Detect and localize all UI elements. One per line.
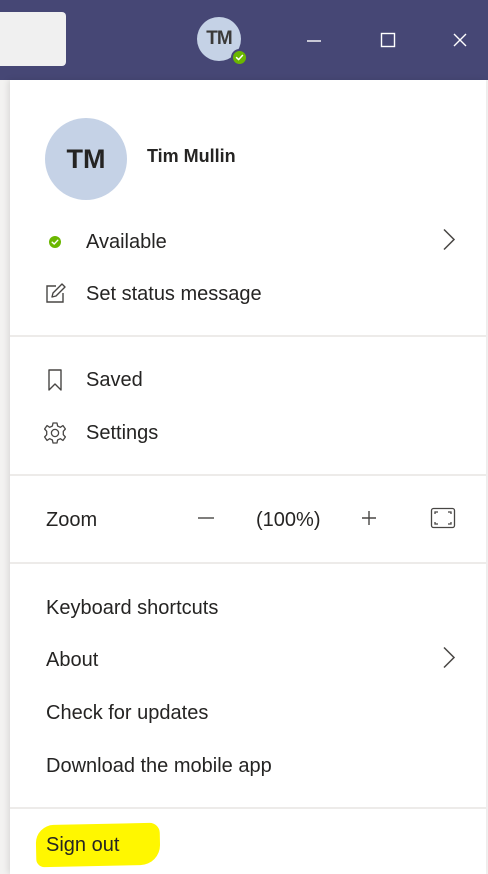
check-updates-label: Check for updates	[46, 701, 209, 724]
saved-label: Saved	[86, 368, 143, 391]
plus-icon	[362, 510, 376, 525]
fit-screen-icon	[430, 507, 456, 528]
profile-menu: TM Tim Mullin Available Set status messa…	[10, 80, 486, 874]
close-icon	[453, 33, 467, 47]
zoom-out-button[interactable]	[196, 508, 216, 533]
settings-label: Settings	[86, 421, 159, 444]
gear-icon	[43, 421, 67, 445]
maximize-icon	[380, 32, 396, 48]
profile-avatar-initials: TM	[66, 143, 106, 174]
divider	[10, 807, 486, 809]
close-button[interactable]	[442, 22, 478, 58]
zoom-in-button[interactable]	[359, 508, 379, 533]
divider	[10, 562, 486, 564]
about-item[interactable]: About	[10, 637, 486, 683]
about-label: About	[46, 648, 99, 671]
sign-out-label: Sign out	[46, 833, 120, 856]
zoom-reset-button[interactable]	[430, 507, 456, 534]
download-mobile-app-item[interactable]: Download the mobile app	[10, 743, 486, 789]
avatar-initials: TM	[206, 28, 232, 49]
zoom-row: Zoom (100%)	[10, 497, 486, 543]
status-label: Available	[86, 230, 167, 253]
zoom-label: Zoom	[46, 508, 98, 531]
minimize-button[interactable]	[296, 22, 332, 58]
status-available-item[interactable]: Available	[10, 219, 486, 265]
title-bar: TM	[0, 0, 488, 80]
divider	[10, 335, 486, 337]
background-strip	[0, 80, 10, 874]
keyboard-shortcuts-item[interactable]: Keyboard shortcuts	[10, 585, 486, 631]
sign-out-item[interactable]: Sign out	[10, 822, 486, 868]
profile-name: Tim Mullin	[147, 146, 236, 166]
set-status-message-item[interactable]: Set status message	[10, 271, 486, 317]
edit-message-icon	[43, 282, 67, 306]
download-app-label: Download the mobile app	[46, 754, 272, 777]
search-box[interactable]	[0, 12, 66, 66]
profile-avatar[interactable]: TM	[45, 118, 127, 200]
available-status-icon	[43, 230, 67, 254]
divider	[10, 474, 486, 476]
settings-item[interactable]: Settings	[10, 410, 486, 456]
presence-available-icon	[231, 49, 248, 66]
check-for-updates-item[interactable]: Check for updates	[10, 690, 486, 736]
zoom-level: (100%)	[256, 508, 321, 531]
minus-icon	[198, 516, 214, 519]
chevron-right-icon	[442, 646, 456, 675]
teams-window: TM TM Tim Mullin Available Set status me…	[0, 0, 488, 874]
set-status-label: Set status message	[86, 282, 262, 305]
minimize-icon	[307, 40, 321, 42]
saved-item[interactable]: Saved	[10, 357, 486, 403]
maximize-button[interactable]	[370, 22, 406, 58]
chevron-right-icon	[442, 228, 456, 257]
keyboard-shortcuts-label: Keyboard shortcuts	[46, 596, 219, 619]
bookmark-icon	[43, 368, 67, 392]
